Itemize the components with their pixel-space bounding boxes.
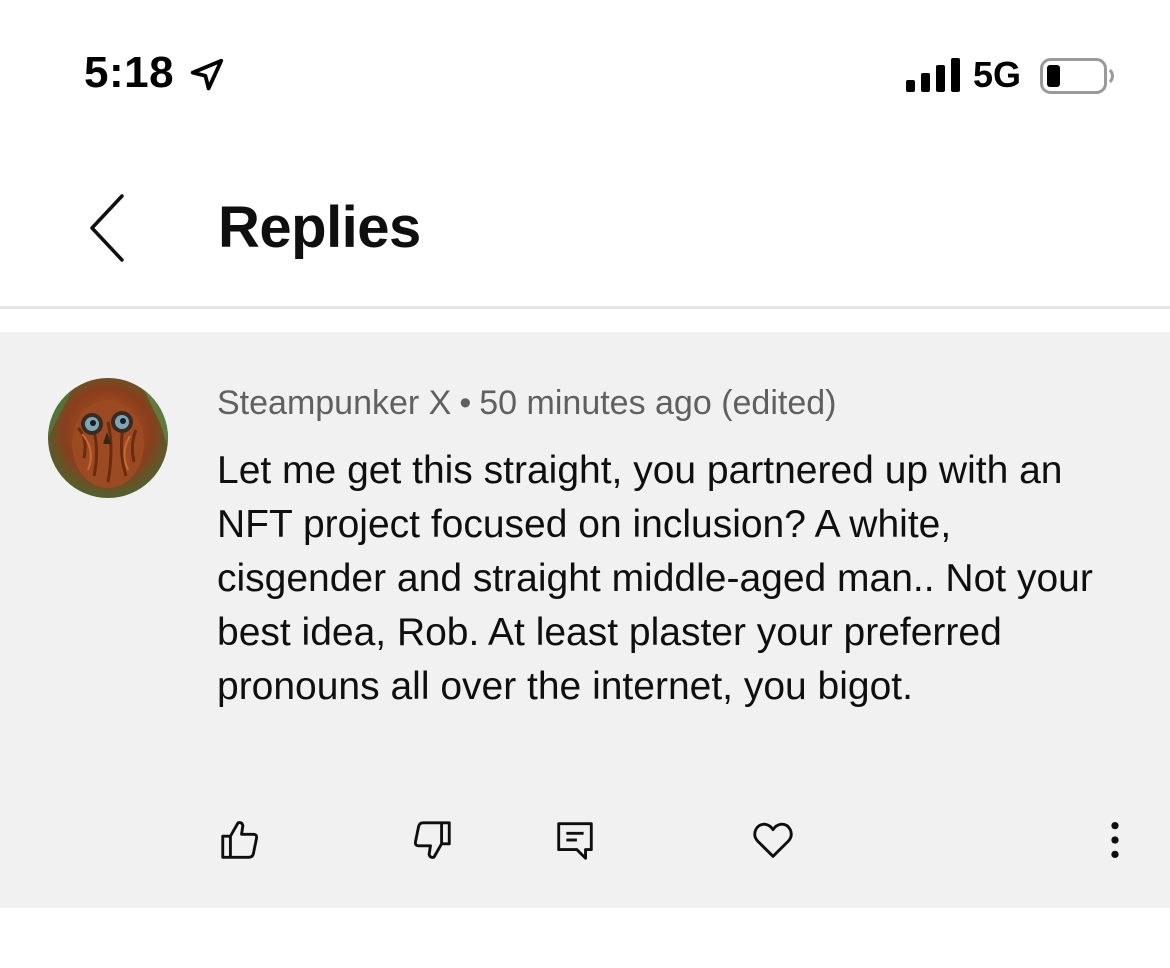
heart-icon [753,822,793,858]
more-vertical-icon [1111,821,1119,859]
comment-timestamp: 50 minutes ago (edited) [479,384,837,422]
dislike-button[interactable] [402,810,462,870]
replies-screen: 5:18 5G Replies Steampunker X • 50 minut… [0,0,1170,968]
comment-actions [0,810,1170,870]
comment-text: Let me get this straight, you partnered … [217,449,1093,708]
page-title: Replies [218,195,421,260]
thumbs-down-icon [413,821,451,859]
chevron-left-icon [90,194,124,262]
network-label: 5G [973,54,1022,95]
comment-meta: Steampunker X • 50 minutes ago (edited) [217,384,836,423]
reply-icon [557,822,593,860]
like-button[interactable] [210,810,270,870]
more-options-button[interactable] [1085,810,1145,870]
status-time: 5:18 [84,48,175,97]
meta-separator: • [459,384,472,422]
battery-icon [1040,58,1114,94]
heart-button[interactable] [743,810,803,870]
author-name[interactable]: Steampunker X [217,384,451,422]
location-arrow-icon [190,58,224,91]
reply-button[interactable] [545,810,605,870]
owl-avatar [48,378,168,498]
back-button[interactable] [70,186,150,266]
comment-card: Steampunker X • 50 minutes ago (edited) Le… [0,332,1170,908]
status-bar: 5:18 5G [0,0,1170,150]
thumbs-up-icon [221,821,259,859]
header: Replies [0,150,1170,309]
avatar[interactable] [48,378,168,498]
signal-bars-icon [906,58,960,92]
